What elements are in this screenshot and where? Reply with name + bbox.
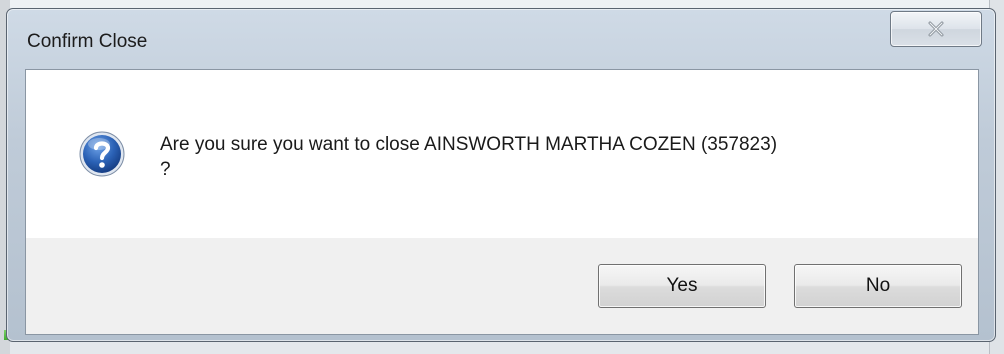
button-area: Yes No <box>26 238 978 334</box>
close-icon <box>928 21 944 37</box>
message-line-1: Are you sure you want to close AINSWORTH… <box>160 134 778 155</box>
confirmation-message: Are you sure you want to close AINSWORTH… <box>160 132 950 182</box>
confirm-close-dialog: Confirm Close Are you sure you want to c… <box>6 8 996 342</box>
question-icon <box>79 131 125 177</box>
dialog-title: Confirm Close <box>27 31 148 52</box>
dialog-client-area: Are you sure you want to close AINSWORTH… <box>25 69 979 335</box>
yes-button[interactable]: Yes <box>598 264 766 308</box>
no-button[interactable]: No <box>794 264 962 308</box>
dialog-titlebar[interactable]: Confirm Close <box>7 9 995 67</box>
message-area: Are you sure you want to close AINSWORTH… <box>26 70 978 238</box>
close-button[interactable] <box>890 11 982 47</box>
message-line-2: ? <box>160 159 171 180</box>
